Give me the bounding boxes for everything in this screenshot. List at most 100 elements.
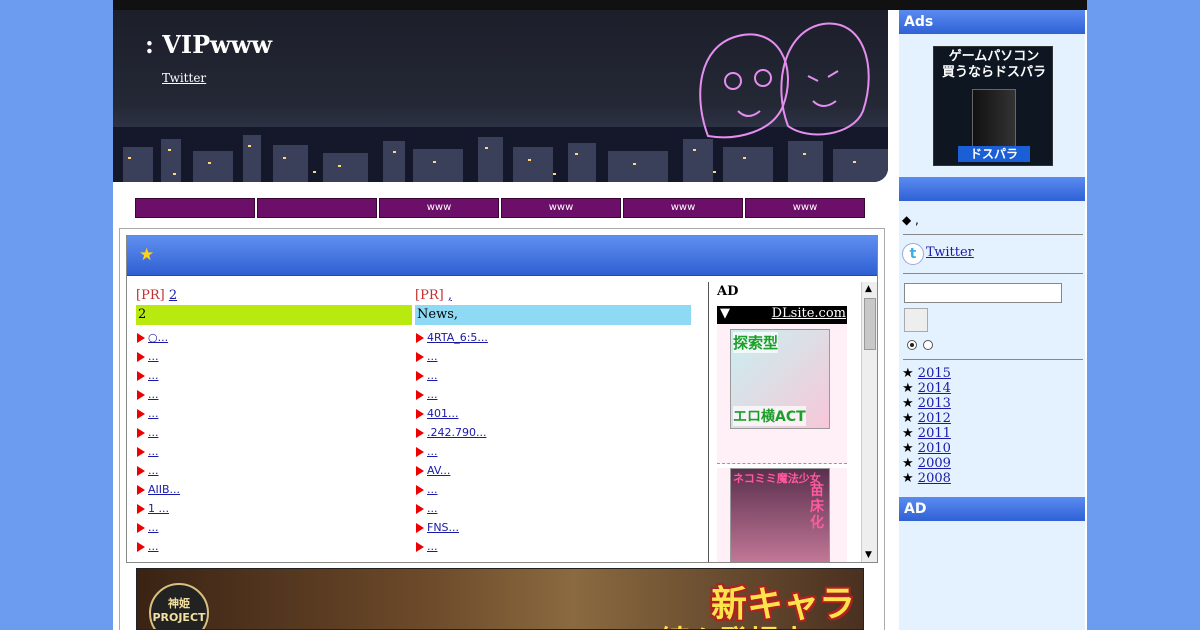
archive-year-link[interactable]: 2011 <box>918 426 951 441</box>
list-item[interactable]: ... <box>415 501 691 520</box>
nav-button-6[interactable]: www <box>745 198 865 218</box>
triangle-right-icon <box>137 409 145 419</box>
item-link[interactable]: 4RTA_6:5... <box>427 331 488 344</box>
archive-year-link[interactable]: 2012 <box>918 411 951 426</box>
list-item[interactable]: ... <box>415 539 691 558</box>
list-item[interactable]: ○... <box>136 330 412 349</box>
nav-button-3[interactable]: www <box>379 198 499 218</box>
pr-line: [PR] , <box>415 288 691 305</box>
search-scope-radio-1[interactable] <box>907 340 917 350</box>
search-button[interactable] <box>904 308 928 332</box>
scrollbar[interactable]: ▲ ▼ <box>861 282 877 562</box>
triangle-right-icon <box>416 466 424 476</box>
list-item[interactable]: ... <box>136 444 412 463</box>
item-link[interactable]: ... <box>427 388 438 401</box>
twitter-icon: t <box>902 243 924 265</box>
dlsite-link[interactable]: DLsite.com <box>772 306 846 321</box>
twitter-header-link[interactable]: Twitter <box>162 71 206 85</box>
triangle-right-icon <box>416 390 424 400</box>
list-item[interactable]: 1 ... <box>136 501 412 520</box>
list-item[interactable]: 401... <box>415 406 691 425</box>
pr-label: [PR] <box>136 288 165 303</box>
item-link[interactable]: ... <box>148 426 159 439</box>
search-scope-radio-2[interactable] <box>923 340 933 350</box>
sidebar: Ads ゲームパソコン 買うならドスパラ ドスパラ ◆ , t Twitter … <box>899 10 1085 630</box>
list-item[interactable]: ... <box>136 520 412 539</box>
list-item[interactable]: ... <box>415 368 691 387</box>
item-link[interactable]: ... <box>427 445 438 458</box>
list-item[interactable]: ... <box>136 463 412 482</box>
item-link[interactable]: AV... <box>427 464 450 477</box>
triangle-right-icon <box>137 390 145 400</box>
item-link[interactable]: FNS... <box>427 521 459 534</box>
game-banner-ad[interactable]: 神姫 PROJECT 新キャラ 続々登場中! <box>136 568 864 630</box>
list-item[interactable]: .242.790... <box>415 425 691 444</box>
item-link[interactable]: 401... <box>427 407 459 420</box>
archive-item: ★ 2010 <box>902 441 951 456</box>
item-link[interactable]: AIIB... <box>148 483 180 496</box>
list-item[interactable]: ... <box>415 444 691 463</box>
ad-image[interactable]: ネコミミ魔法少女 苗床化 <box>730 468 830 562</box>
archive-item: ★ 2011 <box>902 426 951 441</box>
item-link[interactable]: ... <box>148 369 159 382</box>
ad-item[interactable]: 探索型 エロ横ACT <box>717 324 847 464</box>
pr-link[interactable]: , <box>448 288 452 303</box>
item-link[interactable]: ... <box>148 521 159 534</box>
section-header-bar: ★ <box>127 236 877 276</box>
item-link[interactable]: ... <box>427 350 438 363</box>
list-item[interactable]: ... <box>136 406 412 425</box>
item-link[interactable]: ○... <box>148 331 168 344</box>
list-item[interactable]: ... <box>415 349 691 368</box>
list-item[interactable]: FNS... <box>415 520 691 539</box>
list-item[interactable]: AIIB... <box>136 482 412 501</box>
item-link[interactable]: ... <box>148 407 159 420</box>
ad-item[interactable]: ネコミミ魔法少女 苗床化 <box>717 468 847 562</box>
column-heading: News, <box>415 305 691 325</box>
archive-year-link[interactable]: 2013 <box>918 396 951 411</box>
item-link[interactable]: ... <box>427 483 438 496</box>
list-item[interactable]: AV... <box>415 463 691 482</box>
item-link[interactable]: ... <box>148 350 159 363</box>
archive-year-link[interactable]: 2010 <box>918 441 951 456</box>
triangle-right-icon <box>416 504 424 514</box>
item-link[interactable]: ... <box>427 502 438 515</box>
archive-item: ★ 2012 <box>902 411 951 426</box>
triangle-right-icon <box>137 485 145 495</box>
ad-image[interactable]: 探索型 エロ横ACT <box>730 329 830 429</box>
list-item[interactable]: ... <box>136 349 412 368</box>
item-link[interactable]: ... <box>148 540 159 553</box>
scroll-up-icon[interactable]: ▲ <box>865 284 872 294</box>
scroll-down-icon[interactable]: ▼ <box>865 550 872 560</box>
item-link[interactable]: ... <box>427 540 438 553</box>
item-link[interactable]: ... <box>427 369 438 382</box>
nav-button-4[interactable]: www <box>501 198 621 218</box>
pr-link[interactable]: 2 <box>169 288 177 303</box>
nav-button-1[interactable] <box>135 198 255 218</box>
nav-button-2[interactable] <box>257 198 377 218</box>
item-link[interactable]: ... <box>148 464 159 477</box>
item-link[interactable]: ... <box>148 388 159 401</box>
archive-year-link[interactable]: 2014 <box>918 381 951 396</box>
list-item[interactable]: ... <box>415 387 691 406</box>
item-link[interactable]: .242.790... <box>427 426 486 439</box>
item-link[interactable]: ... <box>148 445 159 458</box>
archive-year-link[interactable]: 2015 <box>918 366 951 381</box>
list-item[interactable]: ... <box>136 425 412 444</box>
divider <box>903 234 1083 235</box>
item-link[interactable]: 1 ... <box>148 502 169 515</box>
scroll-thumb[interactable] <box>864 298 876 350</box>
list-item[interactable]: ... <box>136 387 412 406</box>
list-item[interactable]: ... <box>136 539 412 558</box>
list-item[interactable]: ... <box>136 368 412 387</box>
archive-year-link[interactable]: 2008 <box>918 471 951 486</box>
search-input[interactable] <box>904 283 1062 303</box>
list-item[interactable]: ... <box>415 482 691 501</box>
archive-list: ★ 2015 ★ 2014 ★ 2013 ★ 2012 ★ 2011 ★ 2010 ★ 20… <box>902 366 951 486</box>
list-item[interactable]: 4RTA_6:5... <box>415 330 691 349</box>
ad-column: AD ▼ DLsite.com 探索型 エロ横ACT ネコミミ魔法少女 苗床化 <box>708 282 858 562</box>
archive-year-link[interactable]: 2009 <box>918 456 951 471</box>
dospara-ad-image[interactable]: ゲームパソコン 買うならドスパラ ドスパラ <box>933 46 1053 166</box>
nav-button-5[interactable]: www <box>623 198 743 218</box>
triangle-right-icon <box>416 523 424 533</box>
twitter-link[interactable]: Twitter <box>926 245 974 260</box>
